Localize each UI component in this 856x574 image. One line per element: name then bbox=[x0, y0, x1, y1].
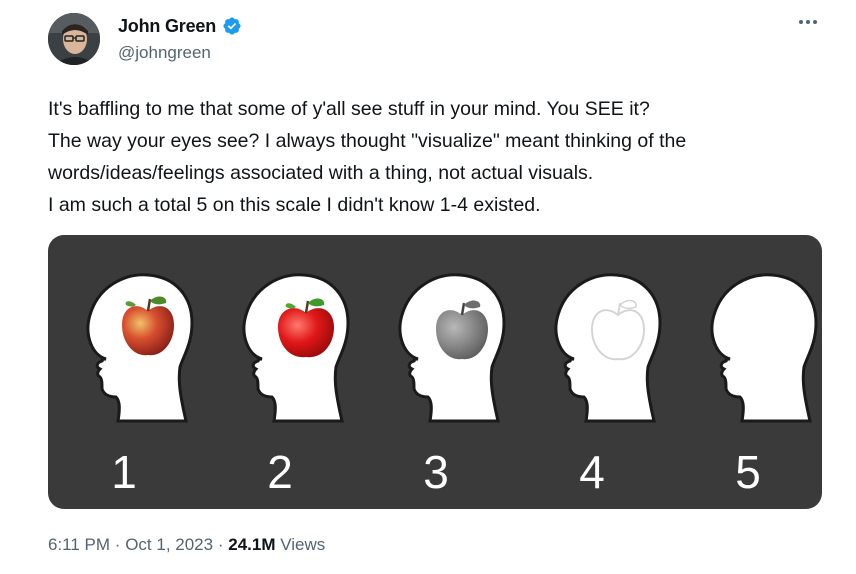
avatar[interactable] bbox=[48, 13, 100, 65]
more-options-button[interactable] bbox=[796, 12, 820, 32]
views-label: Views bbox=[280, 535, 326, 554]
views-count: 24.1M bbox=[228, 535, 276, 554]
tweet-time[interactable]: 6:11 PM bbox=[48, 535, 110, 554]
aphantasia-scale-illustration: 1 2 3 4 5 bbox=[86, 273, 818, 498]
avatar-image bbox=[48, 13, 100, 65]
tweet-text-line: The way your eyes see? I always thought … bbox=[48, 130, 687, 152]
author-handle[interactable]: @johngreen bbox=[118, 43, 242, 63]
head-2 bbox=[242, 273, 350, 423]
tweet-text-line: I am such a total 5 on this scale I didn… bbox=[48, 194, 541, 216]
footer-separator: · bbox=[114, 535, 121, 554]
scale-label-4: 4 bbox=[579, 446, 605, 498]
head-5 bbox=[710, 273, 818, 423]
tweet-footer: 6:11 PM · Oct 1, 2023 · 24.1M Views bbox=[48, 535, 325, 555]
tweet-media-image[interactable]: 1 2 3 4 5 bbox=[48, 235, 822, 509]
scale-label-1: 1 bbox=[111, 446, 137, 498]
tweet-card: John Green @johngreen It's baffling to m… bbox=[0, 0, 856, 574]
scale-label-5: 5 bbox=[735, 446, 761, 498]
scale-label-2: 2 bbox=[267, 446, 293, 498]
tweet-text: It's baffling to me that some of y'all s… bbox=[48, 93, 838, 221]
author-display-name[interactable]: John Green bbox=[118, 16, 216, 37]
more-horizontal-icon bbox=[799, 20, 817, 24]
tweet-text-line: words/ideas/feelings associated with a t… bbox=[48, 162, 594, 184]
verified-badge-icon bbox=[223, 17, 241, 35]
tweet-date[interactable]: Oct 1, 2023 bbox=[125, 535, 213, 554]
head-1 bbox=[86, 273, 194, 423]
head-4 bbox=[554, 273, 662, 423]
scale-label-3: 3 bbox=[423, 446, 449, 498]
author-header: John Green @johngreen bbox=[118, 15, 242, 63]
tweet-text-line: It's baffling to me that some of y'all s… bbox=[48, 98, 650, 120]
head-3 bbox=[398, 273, 506, 423]
footer-separator: · bbox=[217, 535, 224, 554]
